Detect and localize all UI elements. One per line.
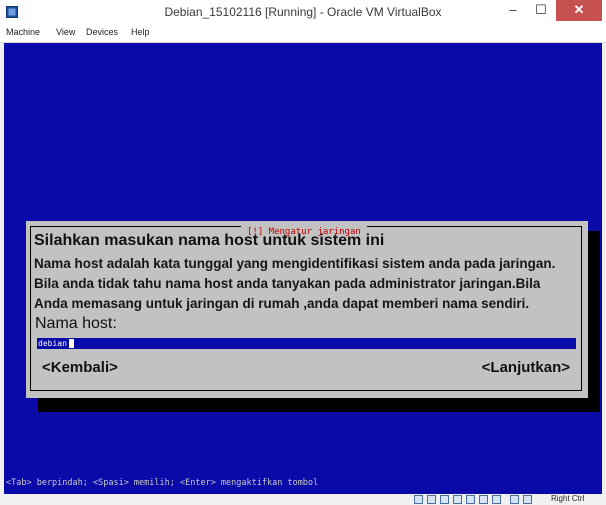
host-key-label: Right Ctrl [551, 494, 585, 503]
back-button[interactable]: <Kembali> [42, 359, 118, 376]
menu-view[interactable]: View [56, 27, 75, 37]
vm-screen[interactable]: [!] Mengatur jaringan Silahkan masukan n… [4, 43, 602, 494]
menu-bar: Machine View Devices Help [0, 26, 606, 43]
maximize-button[interactable]: ☐ [528, 0, 554, 21]
optical-drive-icon[interactable] [427, 495, 436, 504]
description-line: Nama host adalah kata tunggal yang mengi… [34, 256, 556, 271]
continue-button[interactable]: <Lanjutkan> [482, 359, 570, 376]
menu-devices[interactable]: Devices [86, 27, 118, 37]
host-key-icon[interactable] [523, 495, 532, 504]
keyboard-help-line: <Tab> berpindah; <Spasi> memilih; <Enter… [6, 478, 319, 488]
close-button[interactable]: ✕ [556, 0, 602, 21]
hostname-value: debian [38, 339, 67, 348]
hostname-label: Nama host: [35, 315, 117, 332]
hostname-dialog: [!] Mengatur jaringan Silahkan masukan n… [26, 221, 588, 398]
network-icon[interactable] [453, 495, 462, 504]
text-cursor [69, 339, 74, 348]
usb-icon[interactable] [440, 495, 449, 504]
menu-help[interactable]: Help [131, 27, 150, 37]
minimize-button[interactable]: – [500, 0, 526, 21]
title-bar: Debian_15102116 [Running] - Oracle VM Vi… [0, 0, 606, 27]
display-icon[interactable] [479, 495, 488, 504]
description-line: Bila anda tidak tahu nama host anda tany… [34, 276, 541, 291]
description-line: Anda memasang untuk jaringan di rumah ,a… [34, 296, 530, 311]
hard-disk-icon[interactable] [414, 495, 423, 504]
virtualbox-window: Debian_15102116 [Running] - Oracle VM Vi… [0, 0, 606, 505]
dialog-heading: Silahkan masukan nama host untuk sistem … [34, 232, 385, 249]
video-capture-icon[interactable] [492, 495, 501, 504]
mouse-integration-icon[interactable] [510, 495, 519, 504]
menu-machine[interactable]: Machine [6, 27, 40, 37]
hostname-input[interactable]: debian [37, 338, 576, 349]
shared-folders-icon[interactable] [466, 495, 475, 504]
status-bar: Right Ctrl [0, 494, 606, 505]
